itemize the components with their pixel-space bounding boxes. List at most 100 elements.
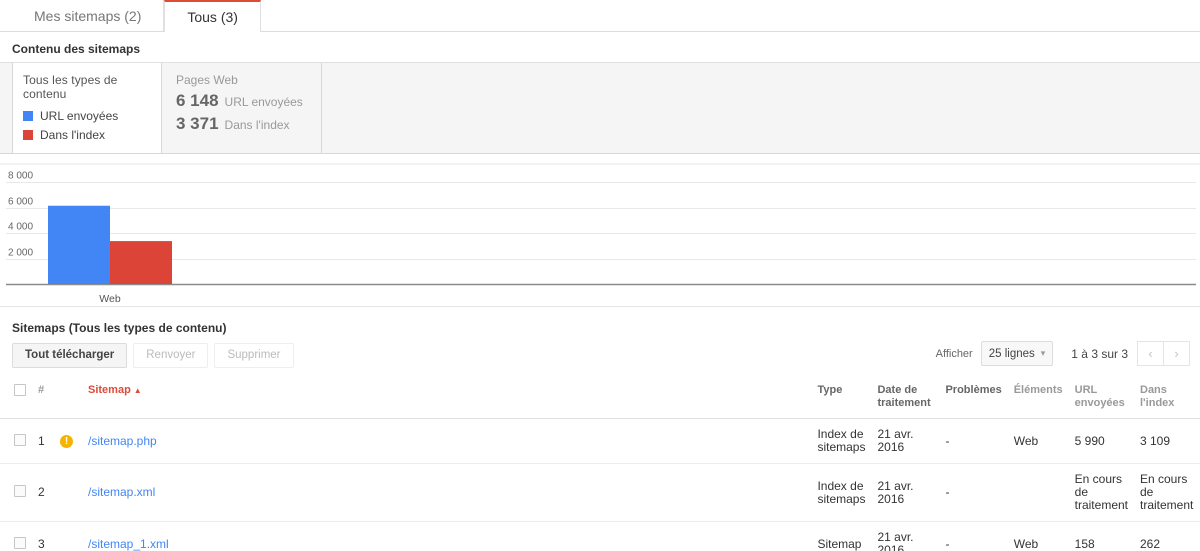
row-checkbox-cell: [0, 419, 32, 464]
content-type-card-all[interactable]: Tous les types de contenu URL envoyées D…: [12, 63, 162, 153]
column-header-date[interactable]: Date de traitement: [871, 378, 939, 419]
row-indexed: En cours de traitement: [1134, 464, 1200, 522]
metric-card-title: Pages Web: [176, 73, 309, 87]
table-header: # Sitemap▲ Type Date de traitement Probl…: [0, 378, 1200, 419]
row-checkbox[interactable]: [14, 537, 26, 549]
row-number: 2: [32, 464, 54, 522]
row-date: 21 avr. 2016: [871, 419, 939, 464]
table-row[interactable]: 1! /sitemap.php Index de sitemaps21 avr. 2…: [0, 419, 1200, 464]
content-section-title: Contenu des sitemaps: [0, 32, 1200, 62]
sort-asc-icon: ▲: [134, 386, 142, 395]
row-type: Index de sitemaps: [811, 419, 871, 464]
show-label: Afficher: [936, 348, 973, 360]
row-number: 3: [32, 522, 54, 551]
tab-label: Mes sitemaps (2): [34, 8, 141, 24]
table-toolbar: Tout télécharger Renvoyer Supprimer Affi…: [0, 337, 1200, 378]
sitemaps-table: # Sitemap▲ Type Date de traitement Probl…: [0, 378, 1200, 551]
row-warning-cell: [54, 522, 82, 551]
row-problems: -: [939, 419, 1007, 464]
row-date: 21 avr. 2016: [871, 464, 939, 522]
panel-empty-area: [322, 63, 1200, 153]
metric-indexed: 3 371 Dans l'index: [176, 114, 309, 134]
tab-label: Tous (3): [187, 9, 238, 25]
row-sitemap-link-cell: /sitemap.php: [82, 419, 811, 464]
content-metric-card-web[interactable]: Pages Web 6 148 URL envoyées 3 371 Dans …: [162, 63, 322, 153]
row-checkbox-cell: [0, 522, 32, 551]
tab-mes-sitemaps[interactable]: Mes sitemaps (2): [12, 0, 164, 31]
table-section-header: Sitemaps (Tous les types de contenu): [0, 307, 1200, 337]
tab-bar: Mes sitemaps (2) Tous (3): [0, 0, 1200, 32]
row-sitemap-link-cell: /sitemap.xml: [82, 464, 811, 522]
metric-value: 6 148: [176, 91, 219, 111]
y-axis-tick-label: 6 000: [8, 197, 33, 208]
row-type: Index de sitemaps: [811, 464, 871, 522]
resubmit-button[interactable]: Renvoyer: [133, 343, 208, 368]
legend-item-indexed: Dans l'index: [23, 128, 151, 142]
table-header-row: # Sitemap▲ Type Date de traitement Probl…: [0, 378, 1200, 419]
chevron-down-icon: ▾: [1041, 348, 1046, 359]
row-warning-cell: [54, 464, 82, 522]
legend-swatch-blue: [23, 111, 33, 121]
column-header-submitted[interactable]: URL envoyées: [1069, 378, 1134, 419]
column-header-problems[interactable]: Problèmes: [939, 378, 1007, 419]
rows-per-page-value: 25 lignes: [989, 348, 1035, 360]
y-axis-tick-label: 4 000: [8, 222, 33, 233]
bar-chart-svg: 2 000 4 000 6 000 8 000 Web: [0, 162, 1200, 306]
select-all-checkbox[interactable]: [14, 384, 26, 396]
metric-submitted: 6 148 URL envoyées: [176, 91, 309, 111]
sitemap-content-panel: Tous les types de contenu URL envoyées D…: [0, 62, 1200, 154]
table-row[interactable]: 3/sitemap_1.xml Sitemap21 avr. 2016-Web15…: [0, 522, 1200, 551]
sitemap-link[interactable]: /sitemap_1.xml: [88, 537, 169, 551]
row-submitted: En cours de traitement: [1069, 464, 1134, 522]
row-elements: Web: [1008, 522, 1069, 551]
column-header-elements[interactable]: Éléments: [1008, 378, 1069, 419]
warning-icon[interactable]: !: [60, 435, 73, 448]
row-problems: -: [939, 464, 1007, 522]
legend-label: URL envoyées: [40, 109, 118, 123]
sitemap-link[interactable]: /sitemap.php: [88, 434, 157, 448]
column-header-indexed[interactable]: Dans l'index: [1134, 378, 1200, 419]
table-section-title: Sitemaps (Tous les types de contenu): [12, 321, 1188, 337]
row-date: 21 avr. 2016: [871, 522, 939, 551]
top-pagination: Afficher 25 lignes ▾ 1 à 3 sur 3 ‹ ›: [936, 341, 1190, 366]
y-axis-tick-label: 8 000: [8, 171, 33, 182]
column-header-sitemap[interactable]: Sitemap▲: [82, 378, 811, 419]
column-header-type[interactable]: Type: [811, 378, 871, 419]
metric-value: 3 371: [176, 114, 219, 134]
range-text: 1 à 3 sur 3: [1071, 347, 1128, 361]
download-all-button[interactable]: Tout télécharger: [12, 343, 127, 368]
row-indexed: 3 109: [1134, 419, 1200, 464]
column-header-num[interactable]: #: [32, 378, 54, 419]
row-checkbox-cell: [0, 464, 32, 522]
metric-label: URL envoyées: [225, 95, 303, 109]
content-type-card-title: Tous les types de contenu: [23, 73, 151, 101]
column-label: Sitemap: [88, 384, 131, 396]
tab-tous[interactable]: Tous (3): [164, 0, 261, 32]
row-checkbox[interactable]: [14, 434, 26, 446]
row-checkbox[interactable]: [14, 485, 26, 497]
row-problems: -: [939, 522, 1007, 551]
prev-page-button[interactable]: ‹: [1137, 341, 1164, 366]
legend-swatch-red: [23, 130, 33, 140]
row-sitemap-link-cell: /sitemap_1.xml: [82, 522, 811, 551]
row-type: Sitemap: [811, 522, 871, 551]
bar-submitted: [48, 206, 110, 284]
row-warning-cell: !: [54, 419, 82, 464]
table-row[interactable]: 2/sitemap.xml Index de sitemaps21 avr. 20…: [0, 464, 1200, 522]
row-number: 1: [32, 419, 54, 464]
x-axis-category-label: Web: [99, 293, 121, 305]
legend-label: Dans l'index: [40, 128, 105, 142]
sitemap-link[interactable]: /sitemap.xml: [88, 485, 155, 499]
legend-item-submitted: URL envoyées: [23, 109, 151, 123]
row-elements: [1008, 464, 1069, 522]
table-body: 1!/sitemap.phpIndex de sitemaps21 avr. 2…: [0, 419, 1200, 551]
row-indexed: 262: [1134, 522, 1200, 551]
y-axis-tick-label: 2 000: [8, 248, 33, 259]
row-submitted: 158: [1069, 522, 1134, 551]
delete-button[interactable]: Supprimer: [214, 343, 293, 368]
column-header-warning: [54, 378, 82, 419]
row-submitted: 5 990: [1069, 419, 1134, 464]
rows-per-page-select[interactable]: 25 lignes ▾: [981, 341, 1054, 366]
next-page-button[interactable]: ›: [1163, 341, 1190, 366]
metric-label: Dans l'index: [225, 118, 290, 132]
